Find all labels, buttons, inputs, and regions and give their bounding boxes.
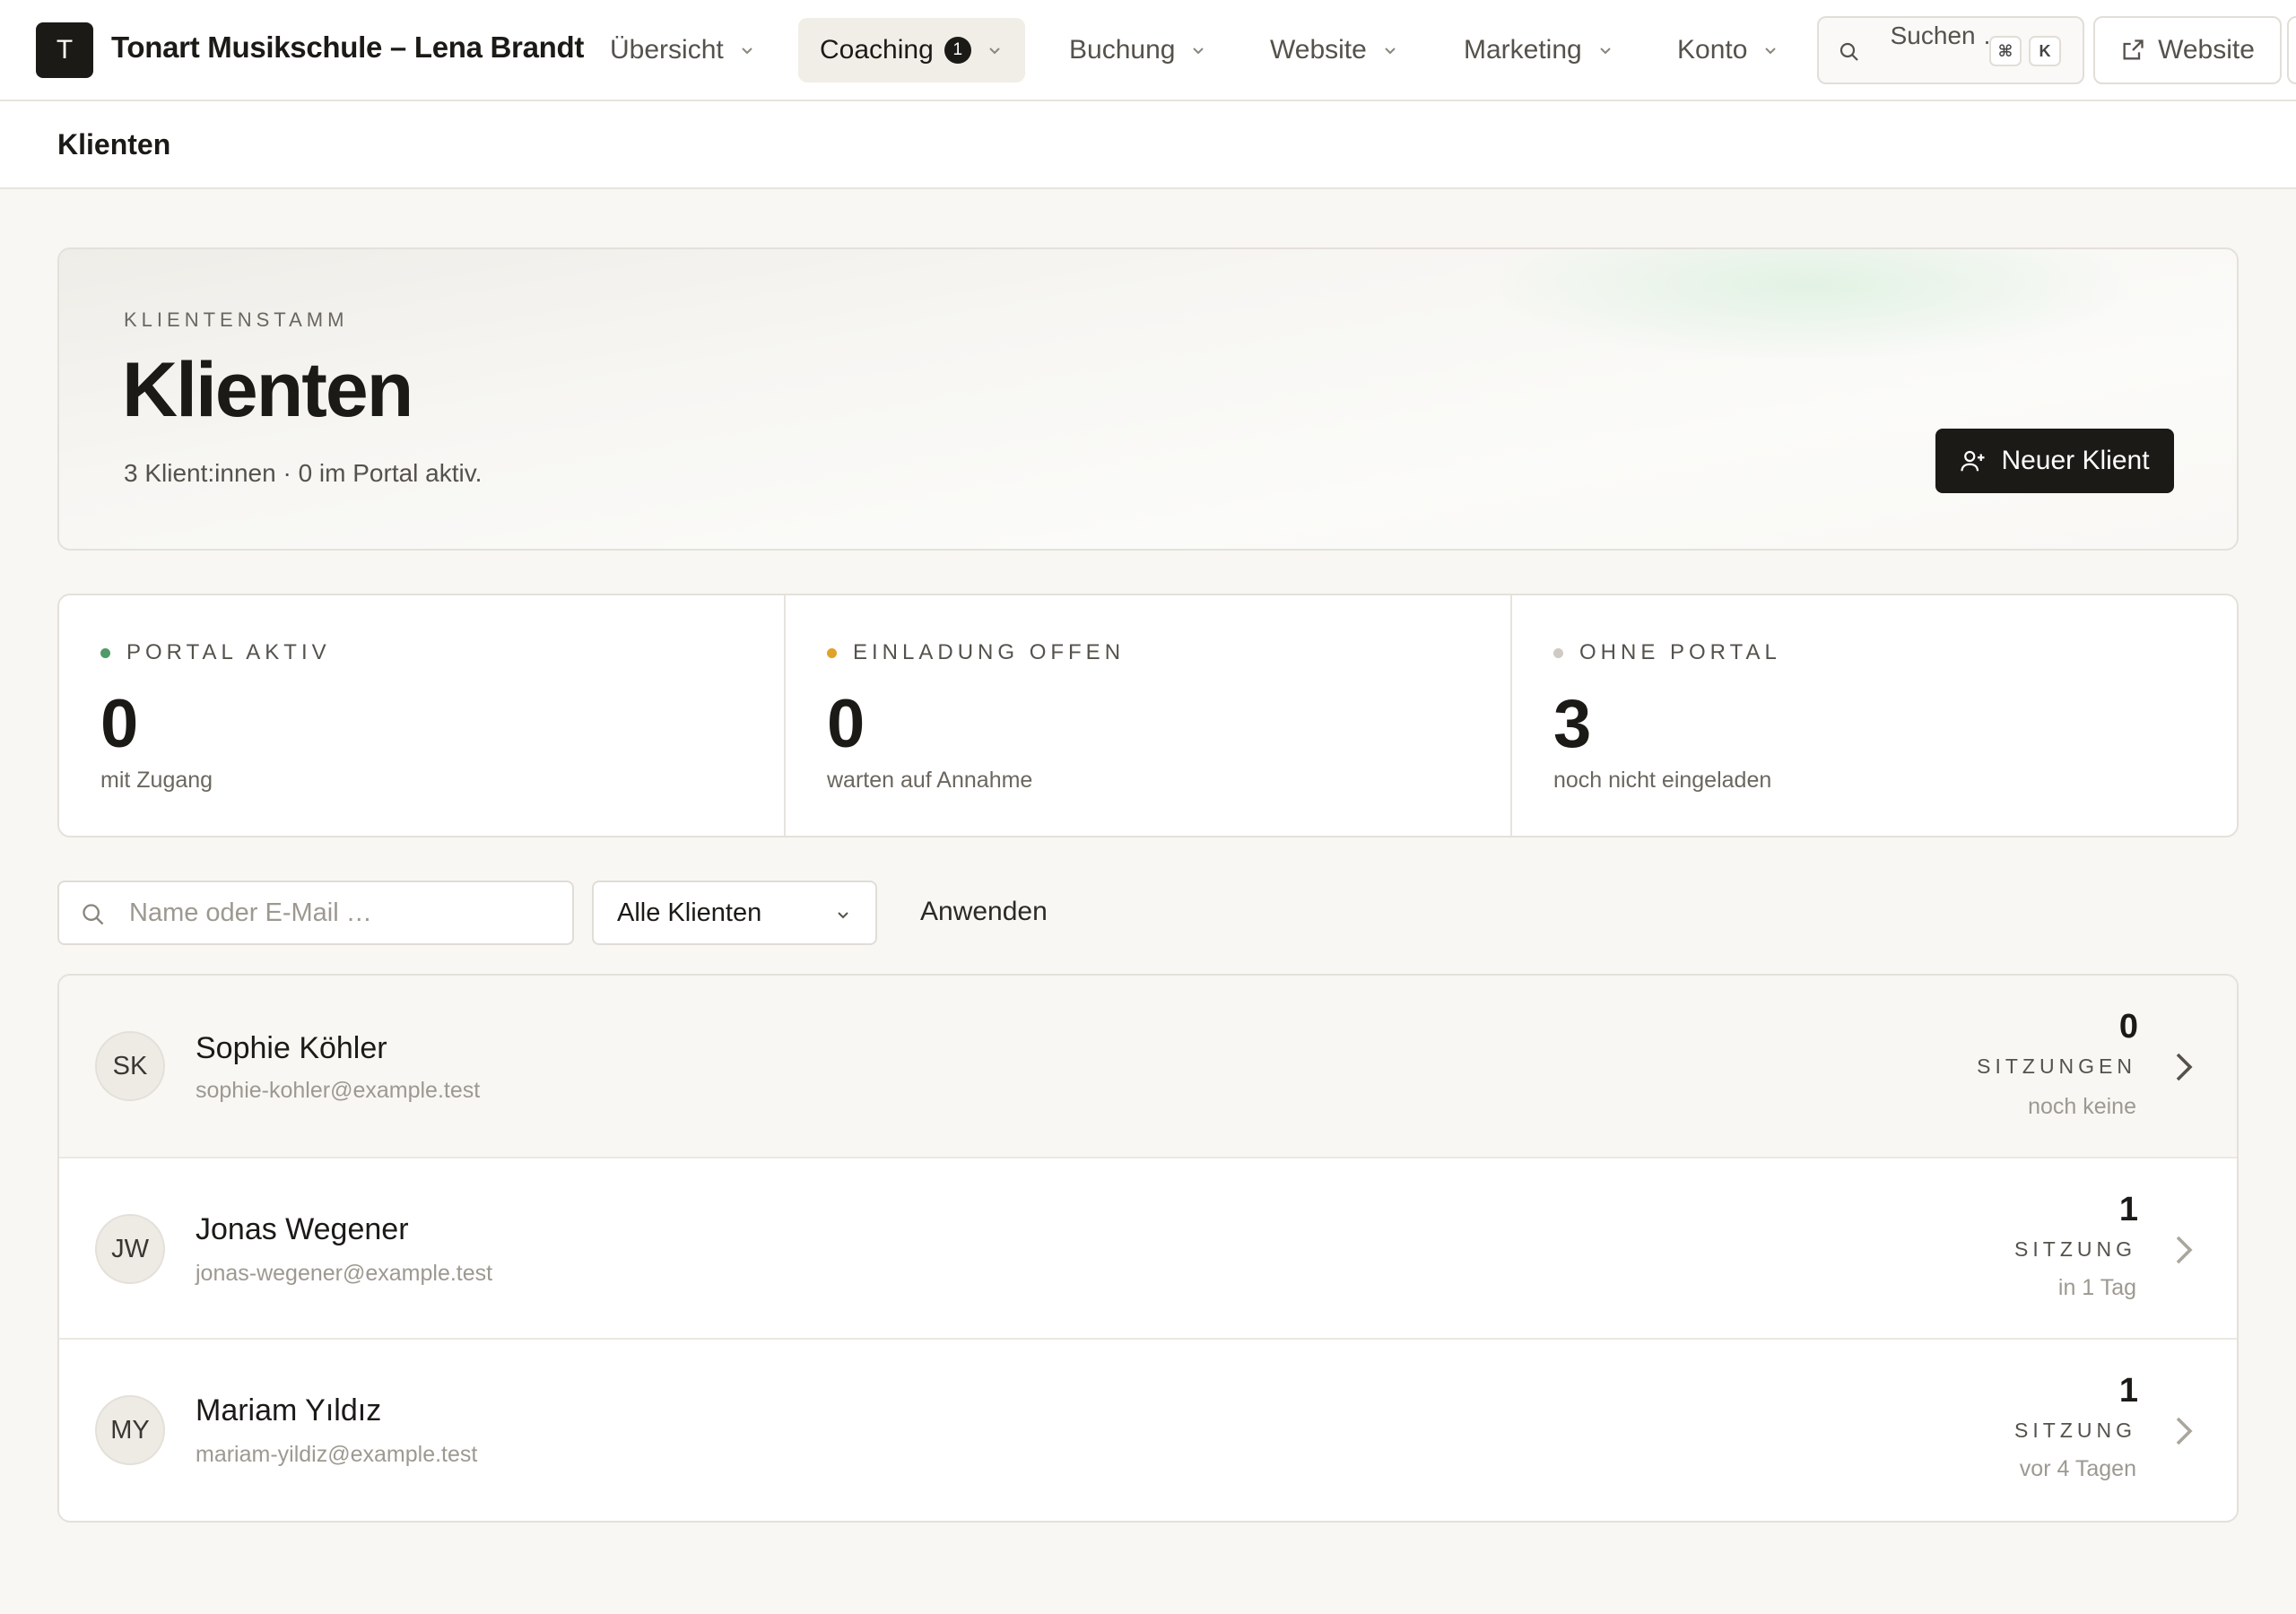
session-unit: SITZUNG — [2014, 1237, 2136, 1261]
nav-uebersicht[interactable]: Übersicht — [588, 18, 778, 82]
search-icon — [83, 904, 104, 925]
nav-website[interactable]: Website — [1248, 18, 1421, 82]
page-title: Klienten — [122, 347, 413, 433]
avatar: MY — [95, 1395, 165, 1465]
chevron-down-icon — [742, 48, 752, 55]
avatar: JW — [95, 1214, 165, 1284]
session-when: vor 4 Tagen — [2019, 1456, 2136, 1481]
overflow-button[interactable] — [2287, 16, 2296, 84]
stat-label-text: EINLADUNG OFFEN — [853, 640, 1126, 664]
chevron-right-icon — [2176, 1236, 2193, 1264]
brand-logo[interactable]: T — [36, 22, 93, 78]
stat-label: PORTAL AKTIV — [100, 640, 331, 665]
session-when: in 1 Tag — [2057, 1275, 2136, 1300]
client-name[interactable]: Mariam Yıldız — [196, 1393, 381, 1428]
client-filter-select[interactable]: Alle Klienten — [592, 881, 877, 945]
stat-invitation-open: EINLADUNG OFFEN 0 warten auf Annahme — [786, 595, 1512, 836]
nav-buchung[interactable]: Buchung — [1048, 18, 1229, 82]
stat-without-portal: OHNE PORTAL 3 noch nicht eingeladen — [1512, 595, 2237, 836]
nav-label: Buchung — [1069, 35, 1176, 65]
section-eyebrow: KLIENTENSTAMM — [124, 308, 349, 331]
stat-caption: warten auf Annahme — [827, 768, 1033, 793]
client-list: SK Sophie Köhler sophie-kohler@example.t… — [57, 974, 2239, 1523]
client-row[interactable]: SK Sophie Köhler sophie-kohler@example.t… — [59, 976, 2237, 1158]
nav-label: Website — [1270, 35, 1367, 65]
client-row[interactable]: JW Jonas Wegener jonas-wegener@example.t… — [59, 1158, 2237, 1340]
kbd-k: K — [2029, 36, 2061, 66]
client-search-input[interactable] — [129, 893, 551, 933]
client-name[interactable]: Jonas Wegener — [196, 1212, 409, 1247]
hero-card: KLIENTENSTAMM Klienten 3 Klient:innen · … — [57, 247, 2239, 551]
nav-label: Übersicht — [610, 35, 724, 65]
client-email: mariam-yildiz@example.test — [196, 1442, 478, 1467]
session-when: noch keine — [2028, 1094, 2136, 1119]
stat-label-text: OHNE PORTAL — [1579, 640, 1781, 664]
client-summary: 3 Klient:innen · 0 im Portal aktiv. — [124, 459, 483, 487]
nav-marketing[interactable]: Marketing — [1442, 18, 1636, 82]
chevron-down-icon — [838, 912, 848, 919]
chevron-down-icon — [1193, 48, 1205, 55]
session-unit: SITZUNG — [2014, 1419, 2136, 1442]
nav-coaching[interactable]: Coaching 1 — [798, 18, 1025, 82]
chevron-down-icon — [1600, 48, 1611, 55]
brand-name[interactable]: Tonart Musikschule – Lena Brandt — [111, 30, 584, 65]
external-link-icon — [2123, 39, 2144, 60]
stat-value: 3 — [1553, 686, 1592, 762]
stat-label-text: PORTAL AKTIV — [126, 640, 331, 664]
nav-label: Coaching — [820, 35, 934, 65]
apply-filter-button[interactable]: Anwenden — [920, 897, 1048, 927]
session-count: 1 — [2118, 1372, 2138, 1410]
website-button-label: Website — [2158, 35, 2255, 65]
stat-label: OHNE PORTAL — [1553, 640, 1781, 665]
select-value: Alle Klienten — [617, 898, 762, 927]
chevron-right-icon — [2176, 1417, 2193, 1445]
global-search-button[interactable]: Suchen … ⌘ K — [1817, 16, 2084, 84]
client-email: jonas-wegener@example.test — [196, 1261, 493, 1286]
session-unit: SITZUNGEN — [1977, 1054, 2136, 1078]
search-icon — [1839, 42, 1858, 61]
top-navigation: T Tonart Musikschule – Lena Brandt Übers… — [0, 0, 2296, 101]
page-subheader: Klienten — [0, 101, 2296, 189]
stat-value: 0 — [100, 686, 139, 762]
client-name[interactable]: Sophie Köhler — [196, 1031, 387, 1066]
stat-portal-active: PORTAL AKTIV 0 mit Zugang — [59, 595, 786, 836]
breadcrumb: Klienten — [57, 128, 171, 161]
stat-caption: mit Zugang — [100, 768, 213, 793]
chevron-right-icon — [2176, 1053, 2193, 1081]
chevron-down-icon — [989, 48, 1000, 55]
session-count: 1 — [2118, 1191, 2138, 1228]
open-website-button[interactable]: Website — [2093, 16, 2282, 84]
status-dot — [100, 647, 110, 658]
nav-label: Marketing — [1464, 35, 1582, 65]
session-count: 0 — [2118, 1008, 2138, 1046]
status-dot — [1553, 647, 1563, 658]
stats-panel: PORTAL AKTIV 0 mit Zugang EINLADUNG OFFE… — [57, 594, 2239, 837]
avatar: SK — [95, 1031, 165, 1101]
kbd-cmd: ⌘ — [1989, 36, 2022, 66]
notification-badge: 1 — [944, 37, 971, 64]
new-client-label: Neuer Klient — [2001, 446, 2150, 475]
new-client-button[interactable]: Neuer Klient — [1935, 429, 2174, 493]
status-dot — [827, 647, 837, 658]
client-search-field[interactable] — [57, 881, 574, 945]
client-email: sophie-kohler@example.test — [196, 1078, 481, 1103]
stat-label: EINLADUNG OFFEN — [827, 640, 1125, 665]
stat-caption: noch nicht eingeladen — [1553, 768, 1772, 793]
chevron-down-icon — [1765, 48, 1777, 55]
nav-konto[interactable]: Konto — [1656, 18, 1801, 82]
user-plus-icon — [1961, 450, 1985, 472]
nav-label: Konto — [1677, 35, 1748, 65]
chevron-down-icon — [1385, 48, 1396, 55]
stat-value: 0 — [827, 686, 865, 762]
client-row[interactable]: MY Mariam Yıldız mariam-yildiz@example.t… — [59, 1340, 2237, 1521]
